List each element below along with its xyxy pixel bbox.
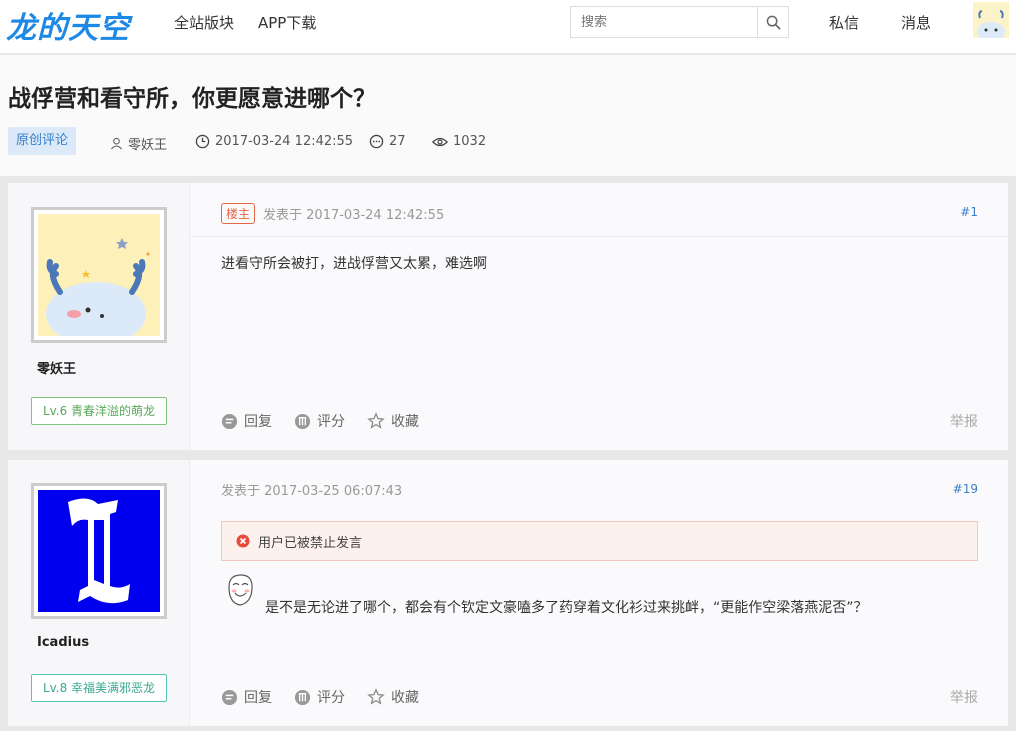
search-icon	[766, 15, 780, 29]
reply-button[interactable]: 回复	[221, 687, 272, 707]
error-icon	[236, 534, 250, 548]
clock-icon	[195, 134, 210, 149]
user-icon	[110, 137, 123, 150]
private-messages-link[interactable]: 私信	[829, 12, 859, 33]
favorite-button[interactable]: 收藏	[367, 411, 419, 431]
post-floor-19: Icadius Lv.8 幸福美满邪恶龙 发表于 2017-03-25 06:0…	[8, 460, 1008, 726]
top-navbar: 龙的天空 全站版块 APP下载 私信 消息	[0, 0, 1016, 54]
dragon-avatar-icon	[973, 2, 1009, 42]
avatar[interactable]	[31, 207, 167, 346]
nav-all-boards[interactable]: 全站版块	[174, 12, 234, 33]
user-level-badge: Lv.8 幸福美满邪恶龙	[31, 674, 167, 702]
author-sidebar: 零妖王 Lv.6 青春洋溢的萌龙	[8, 183, 190, 450]
report-link[interactable]: 举报	[950, 411, 978, 431]
view-count: 1032	[453, 134, 487, 149]
banned-notice: 用户已被禁止发言	[221, 521, 978, 561]
divider	[191, 236, 1008, 237]
category-tag[interactable]: 原创评论	[8, 127, 77, 155]
post-time: 发表于 2017-03-24 12:42:55	[263, 208, 445, 223]
letter-i-avatar-icon	[38, 490, 160, 612]
star-icon	[367, 688, 385, 705]
rate-label: 评分	[317, 690, 345, 706]
dragon-avatar-icon	[38, 214, 160, 346]
comment-count: 27	[389, 134, 406, 149]
search-button[interactable]	[757, 7, 788, 37]
reply-button[interactable]: 回复	[221, 411, 272, 431]
thread-header: 战俘营和看守所，你更愿意进哪个？ 原创评论 零妖王 2017-03-24 12:…	[0, 55, 1016, 176]
post-floor-1: 零妖王 Lv.6 青春洋溢的萌龙 楼主 发表于 2017-03-24 12:42…	[8, 183, 1008, 450]
favorite-label: 收藏	[391, 414, 419, 430]
rate-icon	[294, 689, 311, 705]
favorite-button[interactable]: 收藏	[367, 687, 419, 707]
post-meta: 发表于 2017-03-25 06:07:43	[221, 480, 402, 499]
current-user-avatar[interactable]	[973, 2, 1009, 42]
views-meta: 1032	[432, 134, 486, 149]
banned-text: 用户已被禁止发言	[258, 535, 363, 551]
post-content-area: 楼主 发表于 2017-03-24 12:42:55 #1 进看守所会被打，进战…	[191, 183, 1008, 450]
floor-number[interactable]: #1	[960, 205, 978, 219]
rate-button[interactable]: 评分	[294, 687, 345, 707]
reply-label: 回复	[244, 414, 272, 430]
report-link[interactable]: 举报	[950, 687, 978, 707]
date-meta: 2017-03-24 12:42:55	[195, 134, 353, 149]
rate-label: 评分	[317, 414, 345, 430]
post-actions: 回复 评分 收藏	[221, 687, 419, 707]
rate-icon	[294, 413, 311, 429]
post-author-name[interactable]: Icadius	[37, 635, 89, 650]
reply-icon	[221, 413, 238, 429]
author-sidebar: Icadius Lv.8 幸福美满邪恶龙	[8, 460, 190, 726]
avatar[interactable]	[31, 483, 167, 619]
page-title: 战俘营和看守所，你更愿意进哪个？	[8, 86, 376, 112]
notifications-link[interactable]: 消息	[901, 12, 931, 33]
post-time: 发表于 2017-03-25 06:07:43	[221, 484, 403, 499]
post-text: 进看守所会被打，进战俘营又太累，难选啊	[221, 256, 487, 272]
post-actions: 回复 评分 收藏	[221, 411, 419, 431]
author-name[interactable]: 零妖王	[128, 134, 167, 153]
reply-label: 回复	[244, 690, 272, 706]
author-meta[interactable]: 零妖王	[110, 134, 167, 153]
post-datetime: 2017-03-24 12:42:55	[215, 134, 354, 149]
user-level-badge: Lv.6 青春洋溢的萌龙	[31, 397, 167, 425]
search-input[interactable]	[571, 7, 758, 37]
post-content-area: 发表于 2017-03-25 06:07:43 #19 用户已被禁止发言 是不是…	[191, 460, 1008, 726]
op-badge: 楼主	[221, 203, 256, 224]
star-icon	[367, 412, 385, 429]
search-box	[570, 6, 789, 38]
eye-icon	[432, 137, 448, 146]
site-logo[interactable]: 龙的天空	[6, 3, 130, 47]
rate-button[interactable]: 评分	[294, 411, 345, 431]
nav-app-download[interactable]: APP下载	[258, 12, 316, 33]
post-author-name[interactable]: 零妖王	[37, 358, 76, 377]
favorite-label: 收藏	[391, 690, 419, 706]
floor-number[interactable]: #19	[953, 482, 978, 496]
post-text: 是不是无论进了哪个，都会有个钦定文豪嗑多了药穿着文化衫过来挑衅，“更能作空梁落燕…	[265, 600, 868, 616]
post-meta: 楼主 发表于 2017-03-24 12:42:55	[221, 203, 444, 224]
comments-meta: 27	[369, 134, 406, 149]
meme-face-emoji-icon	[228, 574, 253, 606]
comment-icon	[369, 134, 384, 149]
reply-icon	[221, 689, 238, 705]
